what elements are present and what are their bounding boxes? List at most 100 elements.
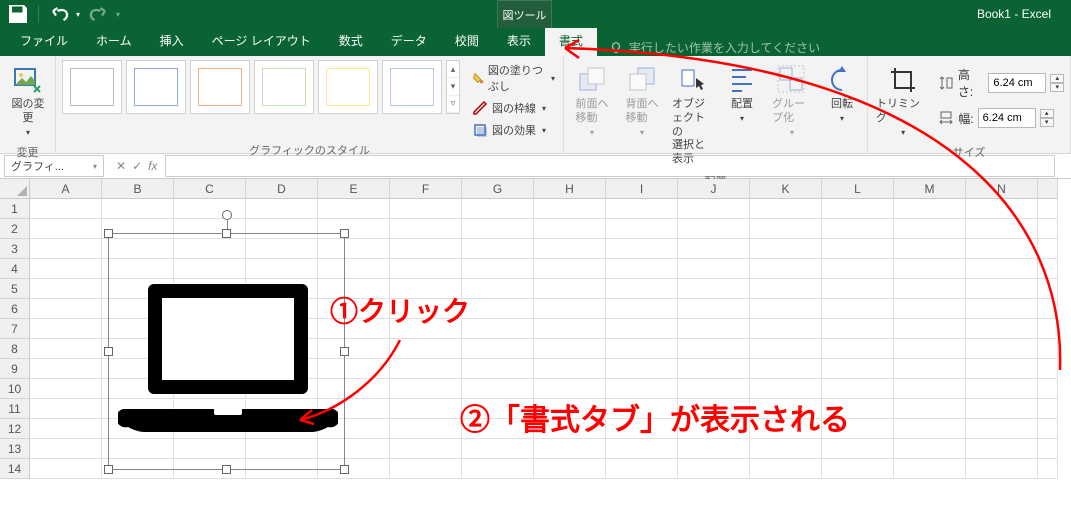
cell[interactable] xyxy=(606,459,678,479)
cell[interactable] xyxy=(1038,359,1058,379)
cell[interactable] xyxy=(462,319,534,339)
cell[interactable] xyxy=(678,219,750,239)
cell[interactable] xyxy=(894,199,966,219)
tab-formulas[interactable]: 数式 xyxy=(325,26,377,56)
cell[interactable] xyxy=(894,279,966,299)
col-head-K[interactable]: K xyxy=(750,179,822,199)
cell[interactable] xyxy=(822,219,894,239)
cell[interactable] xyxy=(750,199,822,219)
cell[interactable] xyxy=(1038,419,1058,439)
cell[interactable] xyxy=(966,359,1038,379)
cell[interactable] xyxy=(678,359,750,379)
style-swatch-4[interactable] xyxy=(254,60,314,114)
cell[interactable] xyxy=(822,339,894,359)
style-swatch-1[interactable] xyxy=(62,60,122,114)
cell[interactable] xyxy=(462,459,534,479)
cell[interactable] xyxy=(1038,399,1058,419)
cell[interactable] xyxy=(822,199,894,219)
cell[interactable] xyxy=(390,219,462,239)
cell[interactable] xyxy=(318,199,390,219)
cell[interactable] xyxy=(822,439,894,459)
cell[interactable] xyxy=(462,219,534,239)
row-head-2[interactable]: 2 xyxy=(0,219,30,239)
row-head-3[interactable]: 3 xyxy=(0,239,30,259)
row-head-11[interactable]: 11 xyxy=(0,399,30,419)
tab-review[interactable]: 校閲 xyxy=(441,26,493,56)
cell[interactable] xyxy=(606,359,678,379)
resize-handle[interactable] xyxy=(340,465,349,474)
cell[interactable] xyxy=(966,319,1038,339)
cell[interactable] xyxy=(750,359,822,379)
cell[interactable] xyxy=(534,239,606,259)
picture-outline-button[interactable]: 図の枠線▾ xyxy=(470,98,557,118)
undo-dropdown[interactable]: ▾ xyxy=(73,2,83,26)
cell[interactable] xyxy=(534,359,606,379)
cell[interactable] xyxy=(894,339,966,359)
cell[interactable] xyxy=(462,259,534,279)
col-head-N[interactable]: N xyxy=(966,179,1038,199)
cell[interactable] xyxy=(390,419,462,439)
tab-file[interactable]: ファイル xyxy=(6,26,82,56)
cell[interactable] xyxy=(534,459,606,479)
row-head-14[interactable]: 14 xyxy=(0,459,30,479)
row-head-6[interactable]: 6 xyxy=(0,299,30,319)
cell[interactable] xyxy=(894,439,966,459)
cell[interactable] xyxy=(750,239,822,259)
row-head-12[interactable]: 12 xyxy=(0,419,30,439)
cell[interactable] xyxy=(246,199,318,219)
cell[interactable] xyxy=(30,199,102,219)
style-swatch-5[interactable] xyxy=(318,60,378,114)
selection-box[interactable] xyxy=(108,233,345,470)
cancel-formula-button[interactable]: ✕ xyxy=(116,159,126,173)
row-head-1[interactable]: 1 xyxy=(0,199,30,219)
col-head-M[interactable]: M xyxy=(894,179,966,199)
cell[interactable] xyxy=(966,199,1038,219)
cell[interactable] xyxy=(606,219,678,239)
cell[interactable] xyxy=(1038,299,1058,319)
cell[interactable] xyxy=(462,279,534,299)
row-head-13[interactable]: 13 xyxy=(0,439,30,459)
height-spinner[interactable]: ▴▾ xyxy=(1050,74,1064,92)
cell[interactable] xyxy=(678,319,750,339)
resize-handle[interactable] xyxy=(222,229,231,238)
col-head-D[interactable]: D xyxy=(246,179,318,199)
align-button[interactable]: 配置▾ xyxy=(720,60,764,128)
cell[interactable] xyxy=(1038,259,1058,279)
cell[interactable] xyxy=(606,299,678,319)
qat-customize[interactable]: ▾ xyxy=(113,2,123,26)
cell[interactable] xyxy=(894,219,966,239)
width-spinner[interactable]: ▴▾ xyxy=(1040,109,1054,127)
cell[interactable] xyxy=(822,319,894,339)
cell[interactable] xyxy=(30,219,102,239)
row-head-10[interactable]: 10 xyxy=(0,379,30,399)
cell[interactable] xyxy=(822,239,894,259)
cell[interactable] xyxy=(750,279,822,299)
cell[interactable] xyxy=(1038,379,1058,399)
cell[interactable] xyxy=(966,439,1038,459)
cell[interactable] xyxy=(1038,439,1058,459)
cell[interactable] xyxy=(30,459,102,479)
cell[interactable] xyxy=(462,339,534,359)
cell[interactable] xyxy=(894,319,966,339)
style-swatch-3[interactable] xyxy=(190,60,250,114)
cell[interactable] xyxy=(678,259,750,279)
cell[interactable] xyxy=(606,259,678,279)
style-gallery[interactable]: ▴▾▿ xyxy=(62,60,460,114)
cell[interactable] xyxy=(750,259,822,279)
cell[interactable] xyxy=(30,319,102,339)
col-head-G[interactable]: G xyxy=(462,179,534,199)
cell[interactable] xyxy=(606,319,678,339)
cell[interactable] xyxy=(822,359,894,379)
cell[interactable] xyxy=(1038,459,1058,479)
cell[interactable] xyxy=(1038,279,1058,299)
cell[interactable] xyxy=(462,299,534,319)
cell[interactable] xyxy=(750,339,822,359)
cell[interactable] xyxy=(750,459,822,479)
undo-button[interactable] xyxy=(47,2,71,26)
cell[interactable] xyxy=(462,359,534,379)
tab-insert[interactable]: 挿入 xyxy=(146,26,198,56)
cell[interactable] xyxy=(534,199,606,219)
cell[interactable] xyxy=(534,259,606,279)
tell-me-box[interactable]: 実行したい作業を入力してください xyxy=(597,39,820,56)
cell[interactable] xyxy=(894,379,966,399)
